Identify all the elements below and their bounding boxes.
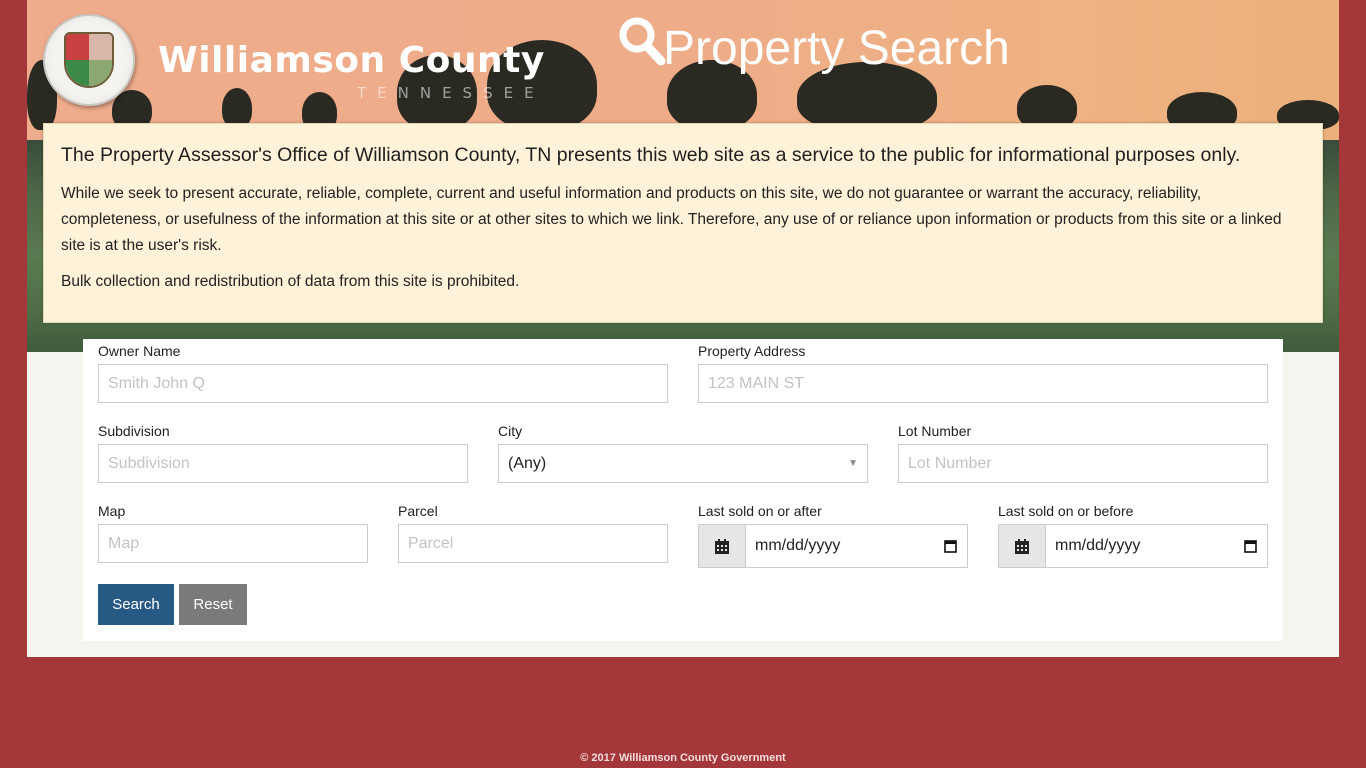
owner-name-group: Owner Name [98,344,668,403]
subdivision-label: Subdivision [98,423,170,439]
property-address-input[interactable] [698,364,1268,403]
seal-shield-icon [64,32,114,88]
disclaimer-paragraph: While we seek to present accurate, relia… [61,185,1282,254]
search-button[interactable]: Search [98,584,174,625]
brand-name: Williamson County [158,40,545,81]
calendar-icon [699,525,746,567]
city-label: City [498,423,523,439]
calendar-picker-icon[interactable] [1244,539,1257,553]
sold-after-date-input[interactable]: mm/dd/yyyy [698,524,968,568]
subdivision-group: Subdivision [98,424,468,483]
subdivision-input[interactable] [98,444,468,483]
footer-copyright: © 2017 Williamson County Government [580,752,786,764]
city-select[interactable]: (Any) ▼ [498,444,868,483]
sold-before-label: Last sold on or before [998,503,1134,519]
header-banner: Williamson County TENNESSEE Property Sea… [27,0,1339,352]
city-selected-value: (Any) [508,454,547,472]
lot-number-label: Lot Number [898,423,972,439]
lot-number-input[interactable] [898,444,1268,483]
parcel-group: Parcel [398,504,668,563]
parcel-label: Parcel [398,503,438,519]
reset-button[interactable]: Reset [179,584,247,625]
property-address-label: Property Address [698,343,806,359]
map-input[interactable] [98,524,368,563]
parcel-input[interactable] [398,524,668,563]
sold-after-group: Last sold on or after mm/dd/yyyy [698,504,968,568]
sold-before-group: Last sold on or before mm/dd/yyyy [998,504,1268,568]
sold-before-date-input[interactable]: mm/dd/yyyy [998,524,1268,568]
sold-before-value: mm/dd/yyyy [1055,537,1141,554]
disclaimer-paragraph: Bulk collection and redistribution of da… [61,273,520,290]
search-icon [619,17,666,66]
city-group: City (Any) ▼ [498,424,868,483]
property-address-group: Property Address [698,344,1268,403]
caret-down-icon: ▼ [848,458,858,469]
disclaimer-heading: The Property Assessor's Office of Willia… [61,144,1241,166]
disclaimer-notice: The Property Assessor's Office of Willia… [43,123,1323,323]
search-form: Owner Name Property Address Subdivision … [83,339,1283,641]
sold-after-label: Last sold on or after [698,503,822,519]
page-title-text: Property Search [663,22,1010,75]
calendar-icon [999,525,1046,567]
lot-number-group: Lot Number [898,424,1268,483]
owner-name-input[interactable] [98,364,668,403]
map-label: Map [98,503,126,519]
tree-silhouette [222,88,252,128]
brand-subtitle: TENNESSEE [357,84,545,102]
page-title: Property Search [617,14,1010,84]
calendar-picker-icon[interactable] [944,539,957,553]
page-container: Williamson County TENNESSEE Property Sea… [27,0,1339,657]
sold-after-value: mm/dd/yyyy [755,537,841,554]
map-group: Map [98,504,368,563]
county-seal-logo [43,14,135,106]
owner-name-label: Owner Name [98,343,181,359]
